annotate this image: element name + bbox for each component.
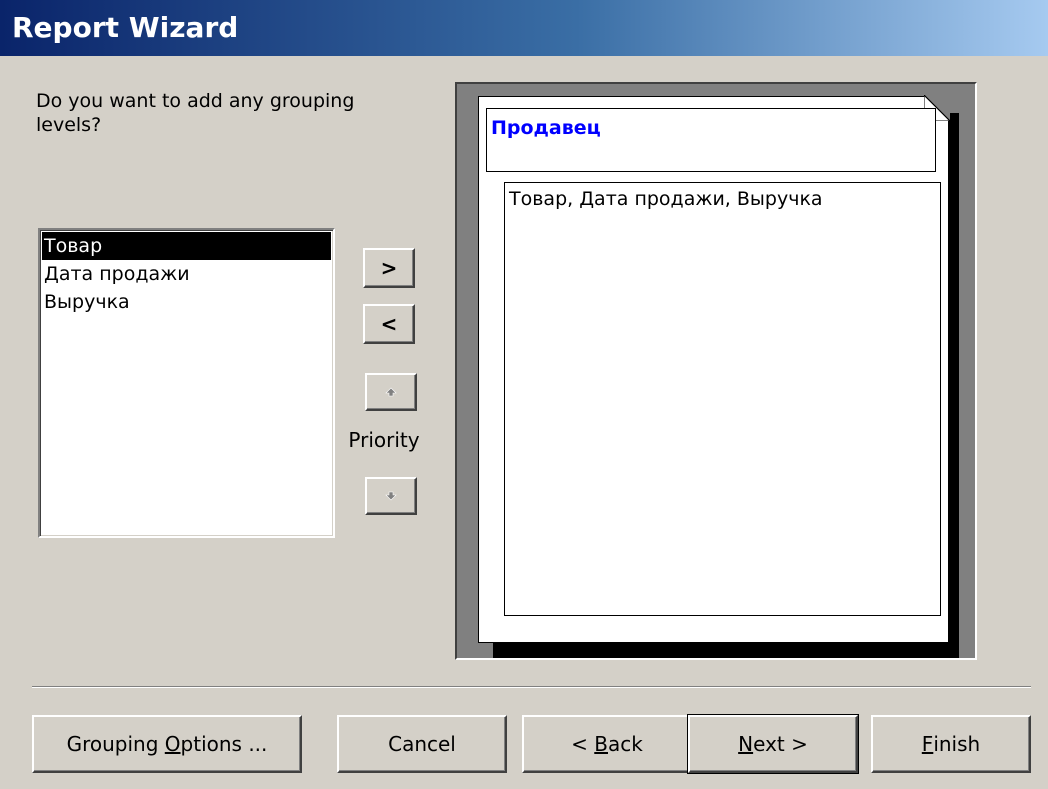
down-arrow-icon [385,491,397,501]
finish-accel: F [921,732,934,756]
next-button[interactable]: Next > [687,714,859,774]
grouping-prompt: Do you want to add any grouping levels? [36,90,355,136]
back-label-post: ack [608,732,643,756]
list-item[interactable]: Выручка [42,288,331,316]
grouping-options-label-post: ptions ... [180,732,268,756]
window-title: Report Wizard [0,0,1048,56]
cancel-button[interactable]: Cancel [337,715,507,773]
next-accel: N [738,732,754,756]
grouping-options-accel: O [164,732,181,756]
up-arrow-icon [385,387,397,397]
separator [32,686,1031,688]
list-item[interactable]: Товар [42,232,331,260]
group-header-box: Продавец [486,108,936,172]
priority-up-button[interactable] [365,373,417,411]
add-grouping-button[interactable]: > [363,248,415,288]
grouping-options-button[interactable]: Grouping Options ... [32,715,302,773]
priority-down-button[interactable] [365,477,417,515]
available-fields-list[interactable]: Товар Дата продажи Выручка [38,228,335,538]
finish-button[interactable]: Finish [871,715,1031,773]
finish-label-post: inish [933,732,981,756]
next-label-post: ext > [753,732,808,756]
back-accel: B [594,732,608,756]
priority-label: Priority [348,428,420,452]
group-header-label: Продавец [491,117,601,139]
back-button[interactable]: < Back [522,715,692,773]
remove-grouping-button[interactable]: < [363,304,415,344]
detail-fields-label: Товар, Дата продажи, Выручка [509,188,823,210]
detail-fields-box: Товар, Дата продажи, Выручка [504,182,941,616]
list-item[interactable]: Дата продажи [42,260,331,288]
back-label-pre: < [571,732,595,756]
grouping-options-label-pre: Grouping [66,732,165,756]
